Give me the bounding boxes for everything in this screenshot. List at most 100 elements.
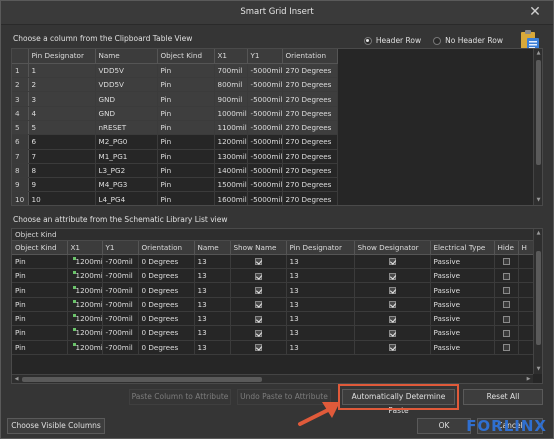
table-cell[interactable]: 13 [286, 311, 355, 327]
table-cell[interactable]: 13 [194, 325, 231, 341]
table-cell[interactable]: Passive [430, 311, 495, 327]
checkbox-checked[interactable] [254, 258, 262, 266]
checkbox-cell[interactable] [494, 268, 519, 284]
scroll-down-icon[interactable]: ▼ [534, 365, 542, 374]
checkbox-cell[interactable] [230, 282, 287, 298]
checkbox-checked[interactable] [388, 287, 396, 295]
table-cell[interactable]: nRESET [95, 120, 158, 136]
column-header[interactable]: Y1 [102, 240, 139, 255]
checkbox-checked[interactable] [254, 344, 262, 352]
table-cell[interactable]: 270 Degrees [282, 91, 338, 107]
table-row[interactable]: Pin 1200mil -700mil 0 Degrees 13 13 Passive [12, 268, 542, 284]
table-cell[interactable]: 13 [286, 282, 355, 298]
table-cell[interactable]: GND [95, 106, 158, 121]
checkbox-cell[interactable] [230, 268, 287, 284]
checkbox-checked[interactable] [254, 315, 262, 323]
table-cell[interactable]: 270 Degrees [282, 177, 338, 193]
checkbox-checked[interactable] [388, 258, 396, 266]
table-cell[interactable]: 1200mil [67, 254, 103, 270]
table-cell[interactable]: L4_PG4 [95, 191, 158, 205]
checkbox-cell[interactable] [230, 325, 287, 341]
table-cell[interactable]: 8 [28, 163, 96, 179]
table-row[interactable]: 9 9 M4_PG3 Pin 1500mil -5000mil 270 Degrees [12, 177, 338, 193]
scroll-thumb[interactable] [536, 60, 541, 165]
checkbox-checked[interactable] [254, 329, 262, 337]
table-cell[interactable]: 270 Degrees [282, 63, 338, 79]
row-number[interactable]: 7 [12, 149, 29, 164]
table-cell[interactable]: -5000mil [247, 106, 283, 121]
row-number[interactable]: 1 [12, 63, 29, 79]
table-cell[interactable]: 1600mil [214, 191, 248, 205]
table-cell[interactable]: -5000mil [247, 191, 283, 205]
row-number[interactable]: 4 [12, 106, 29, 121]
table-cell[interactable]: Pin [12, 311, 68, 327]
table-row[interactable]: Pin 1200mil -700mil 0 Degrees 13 13 Passive [12, 325, 542, 341]
table-cell[interactable]: 270 Degrees [282, 106, 338, 121]
checkbox-checked[interactable] [254, 287, 262, 295]
table-cell[interactable]: 1200mil [67, 340, 103, 355]
table-cell[interactable]: 13 [194, 340, 231, 355]
table-cell[interactable]: 1200mil [214, 134, 248, 150]
column-header[interactable]: Hide [494, 240, 519, 255]
checkbox-cell[interactable] [494, 311, 519, 327]
table-cell[interactable]: 1 [28, 63, 96, 79]
table-row[interactable]: 2 2 VDD5V Pin 800mil -5000mil 270 Degrees [12, 77, 338, 93]
column-header[interactable]: Pin Designator [286, 240, 355, 255]
table-cell[interactable]: -5000mil [247, 177, 283, 193]
table-cell[interactable]: -5000mil [247, 91, 283, 107]
table-cell[interactable]: 1200mil [67, 268, 103, 284]
table-row[interactable]: 7 7 M1_PG1 Pin 1300mil -5000mil 270 Degrees [12, 149, 338, 164]
table-cell[interactable]: Pin [12, 340, 68, 355]
table-cell[interactable]: 270 Degrees [282, 134, 338, 150]
checkbox-cell[interactable] [494, 297, 519, 312]
row-number[interactable]: 9 [12, 177, 29, 193]
table-row[interactable]: 6 6 M2_PG0 Pin 1200mil -5000mil 270 Degrees [12, 134, 338, 150]
checkbox-cell[interactable] [354, 311, 431, 327]
checkbox-checked[interactable] [388, 329, 396, 337]
table-cell[interactable]: 1200mil [67, 297, 103, 312]
table-cell[interactable]: Pin [157, 77, 215, 93]
close-icon[interactable]: ✕ [527, 4, 543, 20]
checkbox-cell[interactable] [354, 254, 431, 270]
table-cell[interactable]: -700mil [102, 254, 139, 270]
scroll-left-icon[interactable]: ◀ [12, 375, 21, 383]
table-row[interactable]: 1 1 VDD5V Pin 700mil -5000mil 270 Degrees [12, 63, 338, 79]
table-cell[interactable]: -5000mil [247, 163, 283, 179]
table-cell[interactable]: 13 [194, 282, 231, 298]
table-cell[interactable]: 10 [28, 191, 96, 205]
checkbox-unchecked[interactable] [502, 329, 510, 337]
table-cell[interactable]: -700mil [102, 340, 139, 355]
checkbox-cell[interactable] [354, 282, 431, 298]
reset-all-button[interactable]: Reset All [463, 389, 543, 405]
table-cell[interactable]: 13 [286, 254, 355, 270]
table-cell[interactable]: Passive [430, 282, 495, 298]
table-cell[interactable]: 13 [286, 340, 355, 355]
table-cell[interactable]: M4_PG3 [95, 177, 158, 193]
table-cell[interactable]: 9 [28, 177, 96, 193]
table-cell[interactable]: Pin [157, 163, 215, 179]
table-cell[interactable]: 270 Degrees [282, 163, 338, 179]
table-cell[interactable]: 6 [28, 134, 96, 150]
checkbox-unchecked[interactable] [502, 287, 510, 295]
table-cell[interactable]: 1400mil [214, 163, 248, 179]
table-cell[interactable]: 700mil [214, 63, 248, 79]
table-cell[interactable]: 800mil [214, 77, 248, 93]
row-number[interactable]: 10 [12, 191, 29, 205]
table-cell[interactable]: 0 Degrees [138, 311, 195, 327]
table-cell[interactable]: Pin [157, 177, 215, 193]
table-cell[interactable]: Pin [157, 191, 215, 205]
table-cell[interactable]: -700mil [102, 311, 139, 327]
table-cell[interactable]: 270 Degrees [282, 191, 338, 205]
clipboard-vertical-scrollbar[interactable]: ▲ ▼ [533, 49, 542, 205]
table-row[interactable]: 5 5 nRESET Pin 1100mil -5000mil 270 Degrees [12, 120, 338, 136]
table-cell[interactable]: -5000mil [247, 149, 283, 164]
checkbox-cell[interactable] [494, 340, 519, 355]
table-cell[interactable]: 13 [286, 268, 355, 284]
table-cell[interactable]: 7 [28, 149, 96, 164]
ok-button[interactable]: OK [417, 418, 471, 434]
column-header[interactable]: Object Kind [157, 49, 215, 64]
table-cell[interactable]: Pin [157, 63, 215, 79]
column-header[interactable]: Name [95, 49, 158, 64]
checkbox-unchecked[interactable] [502, 315, 510, 323]
row-number[interactable]: 3 [12, 91, 29, 107]
